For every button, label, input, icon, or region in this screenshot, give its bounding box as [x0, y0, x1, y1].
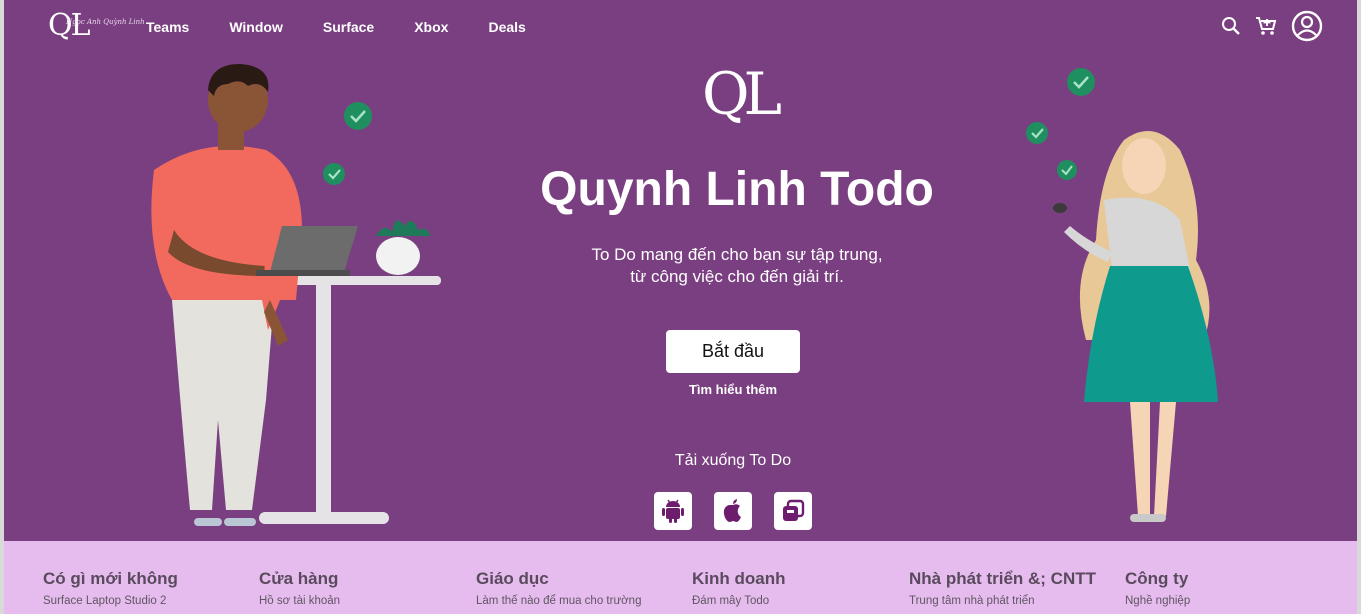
check-circle-icon — [1067, 68, 1095, 96]
windows-icon[interactable] — [774, 492, 812, 530]
check-circle-icon — [1026, 122, 1048, 144]
footer-heading: Giáo dục — [476, 569, 549, 588]
footer-heading: Cửa hàng — [259, 569, 339, 588]
apple-icon[interactable] — [714, 492, 752, 530]
hero-subtitle-line-1: To Do mang đến cho bạn sự tập trung, — [591, 245, 883, 264]
footer-link[interactable]: Hồ sơ tài khoản — [259, 595, 469, 607]
check-circle-icon — [344, 102, 372, 130]
nav-link-surface[interactable]: Surface — [323, 19, 374, 35]
footer-link[interactable]: Nghề nghiệp — [1125, 595, 1325, 607]
nav-link-xbox[interactable]: Xbox — [414, 19, 448, 35]
hero-subtitle: To Do mang đến cho bạn sự tập trung, từ … — [504, 244, 970, 288]
woman-illustration — [1053, 131, 1218, 522]
hero-title: Quynh Linh Todo — [540, 163, 934, 216]
footer-column: Công ty Nghề nghiệp — [1125, 569, 1325, 607]
nav-link-deals[interactable]: Deals — [488, 19, 525, 35]
check-circle-icon — [323, 163, 345, 185]
footer-link[interactable]: Trung tâm nhà phát triển — [909, 595, 1119, 607]
footer-link[interactable]: Surface Laptop Studio 2 — [43, 595, 253, 607]
footer-heading: Kinh doanh — [692, 569, 786, 588]
learn-more-link[interactable]: Tìm hiểu thêm — [632, 382, 834, 397]
hero-logo: QL — [701, 60, 782, 128]
start-button[interactable]: Bắt đầu — [666, 330, 800, 373]
footer-heading: Công ty — [1125, 569, 1189, 588]
footer-column: Nhà phát triển &; CNTT Trung tâm nhà phá… — [909, 569, 1119, 607]
nav-icons — [1207, 10, 1323, 42]
footer-column: Cửa hàng Hồ sơ tài khoản — [259, 569, 469, 607]
nav-link-window[interactable]: Window — [229, 19, 283, 35]
nav-logo-signature: Ngọc Anh Quỳnh Linh — [66, 18, 145, 26]
nav-link-teams[interactable]: Teams — [146, 19, 189, 35]
hero-subtitle-line-2: từ công việc cho đến giải trí. — [630, 267, 844, 286]
plant-pot — [376, 237, 420, 275]
download-icons — [654, 492, 834, 530]
nav-links: Teams Window Surface Xbox Deals — [146, 19, 566, 35]
footer-link[interactable]: Đám mây Todo — [692, 595, 902, 607]
footer-heading: Có gì mới không — [43, 569, 178, 588]
page: QL Ngọc Anh Quỳnh Linh Teams Window Surf… — [0, 0, 1361, 614]
desk-base — [259, 512, 389, 524]
footer-column: Kinh doanh Đám mây Todo — [692, 569, 902, 607]
plant-leaves — [376, 220, 430, 236]
footer-heading: Nhà phát triển &; CNTT — [909, 569, 1096, 588]
cart-icon[interactable] — [1255, 16, 1277, 36]
footer-link[interactable]: Làm thế nào để mua cho trường — [476, 595, 686, 607]
android-icon[interactable] — [654, 492, 692, 530]
account-icon[interactable] — [1291, 10, 1323, 42]
search-icon[interactable] — [1221, 16, 1241, 36]
footer-column: Có gì mới không Surface Laptop Studio 2 — [43, 569, 253, 607]
hero-section: QL Ngọc Anh Quỳnh Linh Teams Window Surf… — [4, 0, 1357, 541]
nav-logo[interactable]: QL Ngọc Anh Quỳnh Linh — [48, 6, 145, 46]
footer: Có gì mới không Surface Laptop Studio 2 … — [4, 541, 1357, 614]
window-edge-right — [1357, 0, 1361, 614]
download-title: Tải xuống To Do — [674, 452, 792, 469]
desk-leg — [316, 285, 331, 517]
footer-column: Giáo dục Làm thế nào để mua cho trường — [476, 569, 686, 607]
